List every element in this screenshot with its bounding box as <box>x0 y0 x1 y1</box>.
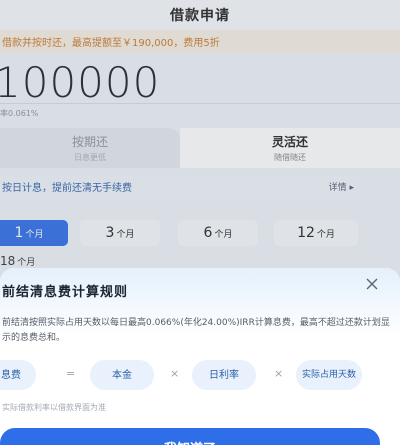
formula-multiply-1: × <box>170 367 180 380</box>
loan-application-screen: 借款申请 借款并按时还，最高提额至￥190,000，费用5折 100000 率0… <box>0 0 400 445</box>
sheet-title: 前结清息费计算规则 <box>2 285 129 300</box>
formula-principal: 本金 <box>90 360 154 390</box>
formula-daily-rate: 日利率 <box>192 360 256 390</box>
sheet-footnote: 实际借款利率以借款界面为准 <box>2 403 106 412</box>
close-icon[interactable] <box>364 276 380 292</box>
formula-actual-days: 实际占用天数 <box>296 360 362 390</box>
close-icon-svg <box>366 278 378 290</box>
fee-formula: 息费 = 本金 × 日利率 × 实际占用天数 <box>0 360 400 390</box>
settlement-rules-sheet: 前结清息费计算规则 前结清按照实际占用天数以每日最高0.066%(年化24.00… <box>0 268 400 445</box>
sheet-description: 前结清按照实际占用天数以每日最高0.066%(年化24.00%)IRR计算息费，… <box>2 318 390 343</box>
confirm-button[interactable]: 我知道了 <box>0 428 380 445</box>
formula-equals: = <box>66 367 76 380</box>
formula-multiply-2: × <box>274 367 284 380</box>
formula-fee: 息费 <box>0 360 36 390</box>
